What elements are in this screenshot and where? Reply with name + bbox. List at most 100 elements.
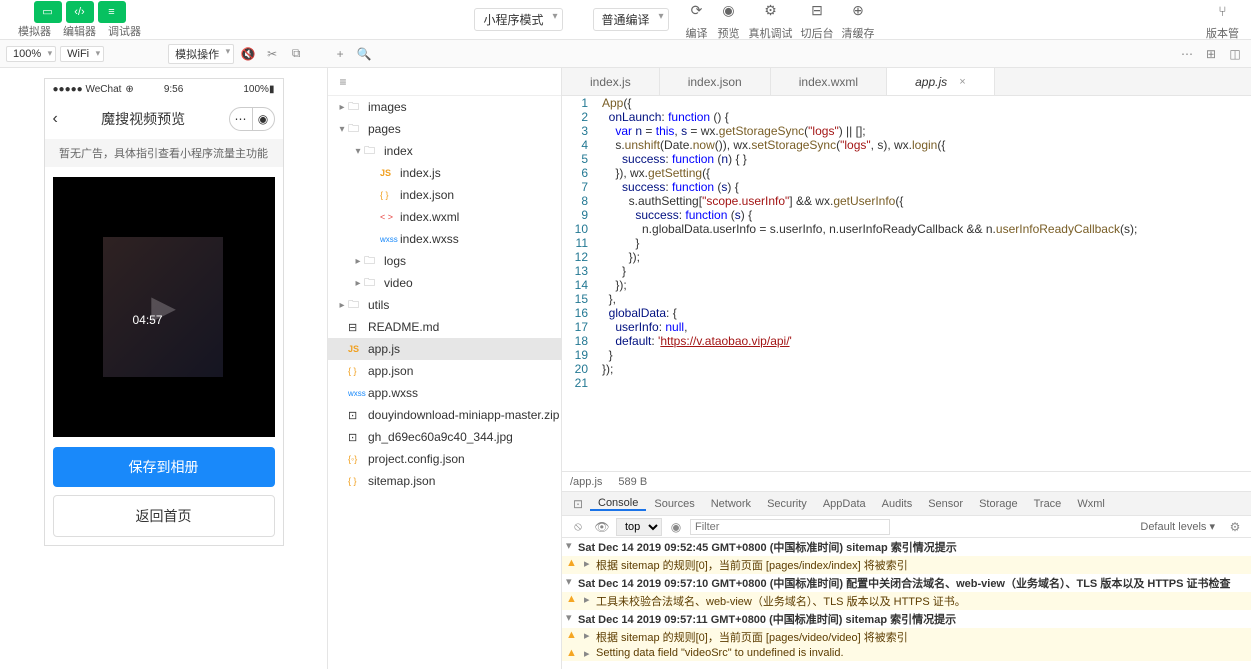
network-select[interactable]: WiFi [60,46,104,62]
file-label: douyindownload-miniapp-master.zip [368,408,559,422]
devtools-tab[interactable]: Sources [646,498,702,510]
toolbar-action-编译[interactable]: ⟳编译 [685,0,709,41]
file-item[interactable]: { }sitemap.json [328,470,561,492]
devtools-tab[interactable]: Console [590,497,646,511]
capsule-close-icon[interactable]: ◉ [252,108,274,130]
mute-icon[interactable]: 🔇 [238,44,258,64]
file-item[interactable]: ⊡gh_d69ec60a9c40_344.jpg [328,426,561,448]
editor-toggle-button[interactable]: ‹/› [66,1,94,23]
mode-select[interactable]: 小程序模式 [474,8,562,31]
editor-statusbar: /app.js 589 B [562,471,1251,491]
zoom-select[interactable]: 100% [6,46,56,62]
filter-input[interactable] [690,519,890,535]
file-item[interactable]: wxssindex.wxss [328,228,561,250]
split-icon[interactable]: ◫ [1225,44,1245,64]
expand-icon[interactable]: ▸ [584,557,596,570]
editor-tab[interactable]: index.wxml [771,68,887,95]
back-home-button[interactable]: 返回首页 [53,495,275,537]
file-label: images [368,100,407,114]
devtools-tab[interactable]: Storage [971,498,1026,510]
more-icon[interactable]: ⋯ [1177,44,1197,64]
console-line: ▲▸根据 sitemap 的规则[0]，当前页面 [pages/index/in… [562,556,1251,574]
file-label: app.wxss [368,386,418,400]
devtools-tab[interactable]: Trace [1026,498,1070,510]
version-button[interactable]: ⑂ 版本管 [1206,0,1239,41]
log-levels-select[interactable]: Default levels ▾ [1140,520,1215,533]
expand-icon[interactable]: ▸ [584,593,596,606]
toolbar-action-清缓存[interactable]: ⊕清缓存 [842,0,875,41]
file-item[interactable]: ⊡douyindownload-miniapp-master.zip [328,404,561,426]
devtools-tab[interactable]: Sensor [920,498,971,510]
ad-notice: 暂无广告，具体指引查看小程序流量主功能 [45,139,283,167]
cut-icon[interactable]: ✂ [262,44,282,64]
popout-icon[interactable]: ⧉ [286,44,306,64]
file-item[interactable]: ▸🗀logs [328,250,561,272]
battery-label: 100% [243,84,269,95]
file-item[interactable]: JSindex.js [328,162,561,184]
file-icon: ⊟ [348,321,364,334]
expand-icon[interactable]: ▸ [584,629,596,642]
warning-icon: ▲ [566,647,580,659]
file-item[interactable]: { }index.json [328,184,561,206]
console-line: ▲▸Setting data field "videoSrc" to undef… [562,646,1251,661]
file-item[interactable]: wxssapp.wxss [328,382,561,404]
file-icon: 🗀 [348,98,364,117]
simulator-toggle-button[interactable]: ▭ [34,1,62,23]
live-icon[interactable]: ◉ [666,517,686,537]
file-item[interactable]: ▾🗀index [328,140,561,162]
toolbar-action-真机调试[interactable]: ⚙真机调试 [749,0,793,41]
line-gutter: 123456789101112131415161718192021 [562,96,598,471]
inspect-icon[interactable]: ⊡ [568,494,588,514]
clear-console-icon[interactable]: ⦸ [568,517,588,537]
file-icon: wxss [380,235,396,244]
code-body[interactable]: App({ onLaunch: function () { var n = th… [598,96,1251,471]
file-item[interactable]: ▸🗀utils [328,294,561,316]
code-editor[interactable]: 123456789101112131415161718192021 App({ … [562,96,1251,471]
sim-action-select[interactable]: 模拟操作 [168,44,234,64]
editor-tab[interactable]: index.js [562,68,660,95]
file-item[interactable]: JSapp.js [328,338,561,360]
console-log[interactable]: ▾Sat Dec 14 2019 09:52:45 GMT+0800 (中国标准… [562,538,1251,669]
close-tab-icon[interactable]: × [959,76,965,88]
add-icon[interactable]: + [330,44,350,64]
file-path: /app.js [570,476,602,488]
gear-icon[interactable]: ⚙ [1225,517,1245,537]
file-label: gh_d69ec60a9c40_344.jpg [368,430,513,444]
toolbar-action-预览[interactable]: ◉预览 [717,0,741,41]
settings-icon[interactable]: ⊞ [1201,44,1221,64]
search-icon[interactable]: 🔍 [354,44,374,64]
eye-icon[interactable]: 👁 [592,517,612,537]
debugger-toggle-button[interactable]: ≡ [98,1,126,23]
file-item[interactable]: ⊟README.md [328,316,561,338]
warning-icon: ▲ [566,557,580,569]
toolbar-action-切后台[interactable]: ⊟切后台 [801,0,834,41]
capsule-menu-icon[interactable]: ⋯ [230,108,252,130]
video-time: 04:57 [133,313,163,327]
compile-select[interactable]: 普通编译 [593,8,669,31]
file-item[interactable]: { }app.json [328,360,561,382]
devtools-tab[interactable]: Audits [874,498,921,510]
context-select[interactable]: top [616,518,662,536]
expand-icon[interactable]: ▸ [584,647,596,660]
file-item[interactable]: {◦}project.config.json [328,448,561,470]
editor-pane: index.jsindex.jsonindex.wxmlapp.js× 1234… [562,68,1251,669]
file-item[interactable]: < >index.wxml [328,206,561,228]
collapse-icon[interactable]: ≡ [334,73,352,91]
video-player[interactable]: ▶ 04:57 [53,177,275,437]
expand-icon[interactable]: ▾ [566,539,578,552]
file-item[interactable]: ▸🗀images [328,96,561,118]
expand-icon[interactable]: ▾ [566,611,578,624]
chevron-icon: ▸ [352,256,364,267]
file-item[interactable]: ▸🗀video [328,272,561,294]
save-album-button[interactable]: 保存到相册 [53,447,275,487]
warning-icon: ▲ [566,593,580,605]
devtools-tab[interactable]: AppData [815,498,874,510]
file-icon: 🗀 [364,142,380,161]
file-item[interactable]: ▾🗀pages [328,118,561,140]
editor-tab[interactable]: app.js× [887,68,994,95]
devtools-tab[interactable]: Wxml [1069,498,1113,510]
expand-icon[interactable]: ▾ [566,575,578,588]
devtools-tab[interactable]: Security [759,498,815,510]
editor-tab[interactable]: index.json [660,68,771,95]
devtools-tab[interactable]: Network [703,498,759,510]
